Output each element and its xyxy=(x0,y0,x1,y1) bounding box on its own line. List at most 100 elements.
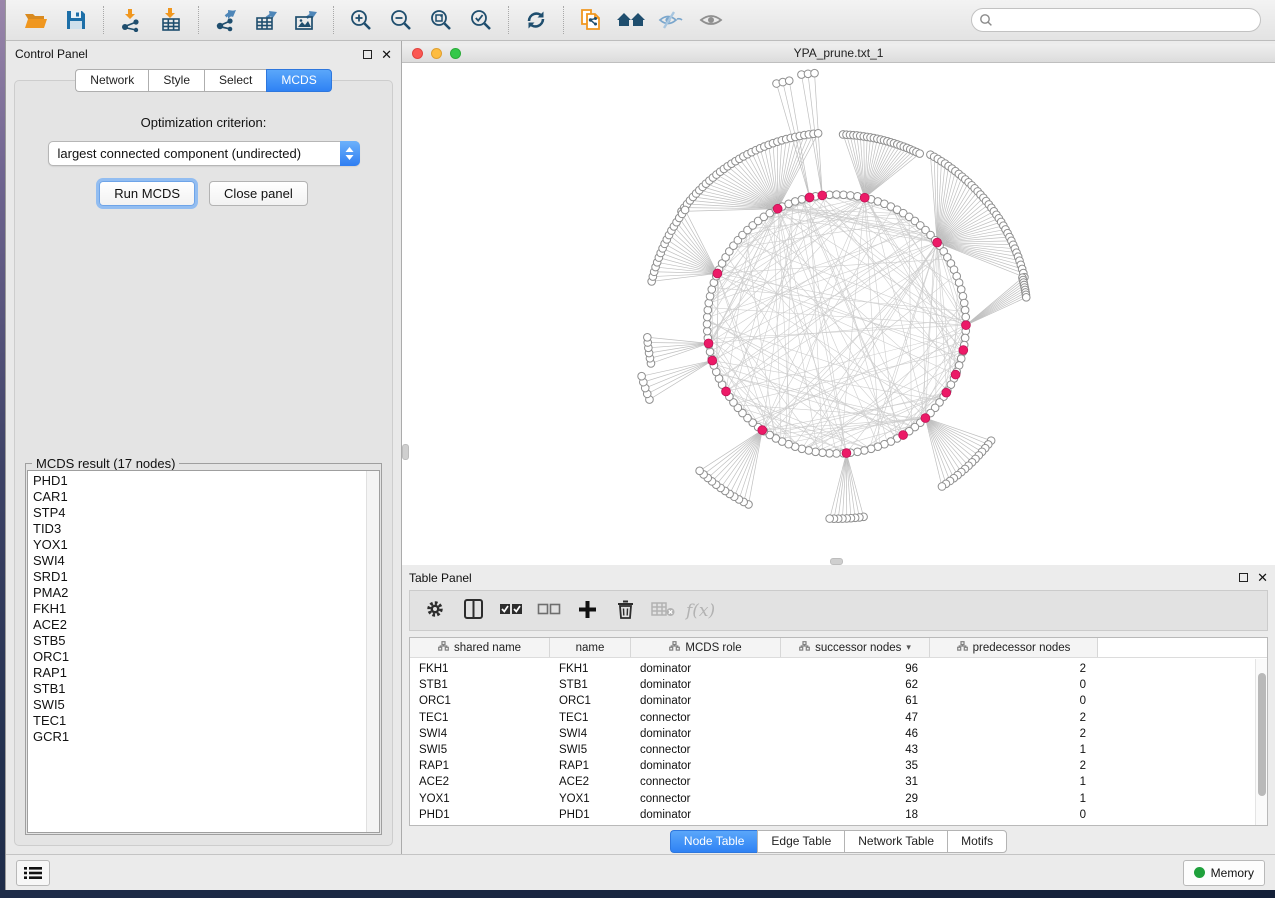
refresh-icon xyxy=(524,8,548,32)
table-row[interactable]: YOX1YOX1connector291 xyxy=(410,791,1267,807)
open-file-button[interactable] xyxy=(16,4,56,36)
unselect-all-button[interactable] xyxy=(530,594,568,628)
result-list-item[interactable]: GCR1 xyxy=(33,729,366,745)
tab-motifs[interactable]: Motifs xyxy=(947,830,1007,853)
column-header-filler xyxy=(1098,638,1267,657)
delete-column-button[interactable] xyxy=(606,594,644,628)
hide-graphics-icon xyxy=(658,10,684,30)
close-panel-button[interactable]: Close panel xyxy=(209,181,308,206)
close-table-panel-icon[interactable]: ✕ xyxy=(1257,571,1268,584)
column-header-name[interactable]: name xyxy=(550,638,631,657)
save-session-button[interactable] xyxy=(56,4,96,36)
settings-gear-button[interactable] xyxy=(416,594,454,628)
zoom-out-button[interactable] xyxy=(381,4,421,36)
zoom-in-button[interactable] xyxy=(341,4,381,36)
export-image-button[interactable] xyxy=(286,4,326,36)
table-cell: 0 xyxy=(930,679,1098,691)
column-header-successor-nodes[interactable]: successor nodes▾ xyxy=(781,638,930,657)
import-network-button[interactable] xyxy=(111,4,151,36)
result-list-item[interactable]: ACE2 xyxy=(33,617,366,633)
column-header-MCDS-role[interactable]: MCDS role xyxy=(631,638,781,657)
window-close-icon[interactable] xyxy=(412,48,423,59)
result-list-item[interactable]: TEC1 xyxy=(33,713,366,729)
tab-select[interactable]: Select xyxy=(204,69,266,92)
run-mcds-button[interactable]: Run MCDS xyxy=(99,181,195,206)
save-session-icon xyxy=(65,9,87,31)
result-list-scrollbar[interactable] xyxy=(366,471,379,832)
table-row[interactable]: SWI5SWI5connector431 xyxy=(410,742,1267,758)
table-cell: RAP1 xyxy=(550,760,631,772)
result-list-item[interactable]: TID3 xyxy=(33,521,366,537)
result-list-item[interactable]: STB5 xyxy=(33,633,366,649)
show-graphics-button[interactable] xyxy=(691,4,731,36)
result-list-item[interactable]: STB1 xyxy=(33,681,366,697)
criterion-dropdown[interactable]: largest connected component (undirected) xyxy=(48,141,360,166)
network-canvas[interactable] xyxy=(402,63,1275,565)
tab-node-table[interactable]: Node Table xyxy=(670,830,758,853)
network-graph[interactable] xyxy=(402,63,1275,565)
tab-network[interactable]: Network xyxy=(75,69,148,92)
search-input[interactable] xyxy=(971,8,1261,32)
table-row[interactable]: STB1STB1dominator620 xyxy=(410,677,1267,693)
result-list-item[interactable]: PHD1 xyxy=(33,473,366,489)
first-neighbors-button[interactable] xyxy=(611,4,651,36)
table-panel-title: Table Panel xyxy=(409,571,472,585)
task-history-button[interactable] xyxy=(16,860,50,886)
export-network-icon xyxy=(214,8,238,32)
table-cell: 1 xyxy=(930,793,1098,805)
float-panel-icon[interactable] xyxy=(363,50,372,59)
tab-mcds[interactable]: MCDS xyxy=(266,69,331,92)
zoom-selected-button[interactable] xyxy=(461,4,501,36)
table-row[interactable]: TEC1TEC1connector472 xyxy=(410,710,1267,726)
select-all-button[interactable] xyxy=(492,594,530,628)
hide-graphics-button[interactable] xyxy=(651,4,691,36)
result-list-item[interactable]: PMA2 xyxy=(33,585,366,601)
delete-table-button xyxy=(644,594,682,628)
node-table: shared namenameMCDS rolesuccessor nodes▾… xyxy=(409,637,1268,826)
show-column-panel-button[interactable] xyxy=(454,594,492,628)
result-list-item[interactable]: CAR1 xyxy=(33,489,366,505)
column-header-shared-name[interactable]: shared name xyxy=(410,638,550,657)
result-list-item[interactable]: FKH1 xyxy=(33,601,366,617)
network-window-titlebar[interactable]: YPA_prune.txt_1 xyxy=(402,44,1275,63)
table-row[interactable]: ACE2ACE2connector311 xyxy=(410,774,1267,790)
window-minimize-icon[interactable] xyxy=(431,48,442,59)
control-panel-title: Control Panel xyxy=(15,47,88,61)
network-horizontal-scrollbar[interactable] xyxy=(830,558,843,565)
result-list-item[interactable]: SRD1 xyxy=(33,569,366,585)
table-row[interactable]: PHD1PHD1dominator180 xyxy=(410,807,1267,823)
column-header-predecessor-nodes[interactable]: predecessor nodes xyxy=(930,638,1098,657)
tab-network-table[interactable]: Network Table xyxy=(844,830,947,853)
table-row[interactable]: FKH1FKH1dominator962 xyxy=(410,661,1267,677)
tab-edge-table[interactable]: Edge Table xyxy=(757,830,844,853)
float-table-panel-icon[interactable] xyxy=(1239,573,1248,582)
table-cell: dominator xyxy=(631,695,781,707)
result-list-item[interactable]: ORC1 xyxy=(33,649,366,665)
export-table-button[interactable] xyxy=(246,4,286,36)
import-table-button[interactable] xyxy=(151,4,191,36)
close-panel-icon[interactable]: ✕ xyxy=(381,48,392,61)
memory-button[interactable]: Memory xyxy=(1183,860,1265,886)
table-row[interactable]: ORC1ORC1dominator610 xyxy=(410,693,1267,709)
zoom-fit-button[interactable] xyxy=(421,4,461,36)
table-row[interactable]: SWI4SWI4dominator462 xyxy=(410,726,1267,742)
mcds-result-list[interactable]: PHD1CAR1STP4TID3YOX1SWI4SRD1PMA2FKH1ACE2… xyxy=(27,470,380,833)
hierarchy-icon xyxy=(957,641,968,654)
result-list-item[interactable]: YOX1 xyxy=(33,537,366,553)
result-list-item[interactable]: SWI5 xyxy=(33,697,366,713)
duplicate-network-button[interactable] xyxy=(571,4,611,36)
table-row[interactable]: RAP1RAP1dominator352 xyxy=(410,758,1267,774)
add-column-button[interactable] xyxy=(568,594,606,628)
result-list-item[interactable]: SWI4 xyxy=(33,553,366,569)
first-neighbors-icon xyxy=(616,9,646,31)
settings-gear-icon xyxy=(425,599,445,622)
network-vertical-scrollbar[interactable] xyxy=(402,444,409,460)
result-list-item[interactable]: STP4 xyxy=(33,505,366,521)
export-network-button[interactable] xyxy=(206,4,246,36)
refresh-button[interactable] xyxy=(516,4,556,36)
tab-style[interactable]: Style xyxy=(148,69,204,92)
table-cell: RAP1 xyxy=(410,760,550,772)
result-list-item[interactable]: RAP1 xyxy=(33,665,366,681)
table-vertical-scrollbar[interactable] xyxy=(1255,659,1267,825)
window-maximize-icon[interactable] xyxy=(450,48,461,59)
